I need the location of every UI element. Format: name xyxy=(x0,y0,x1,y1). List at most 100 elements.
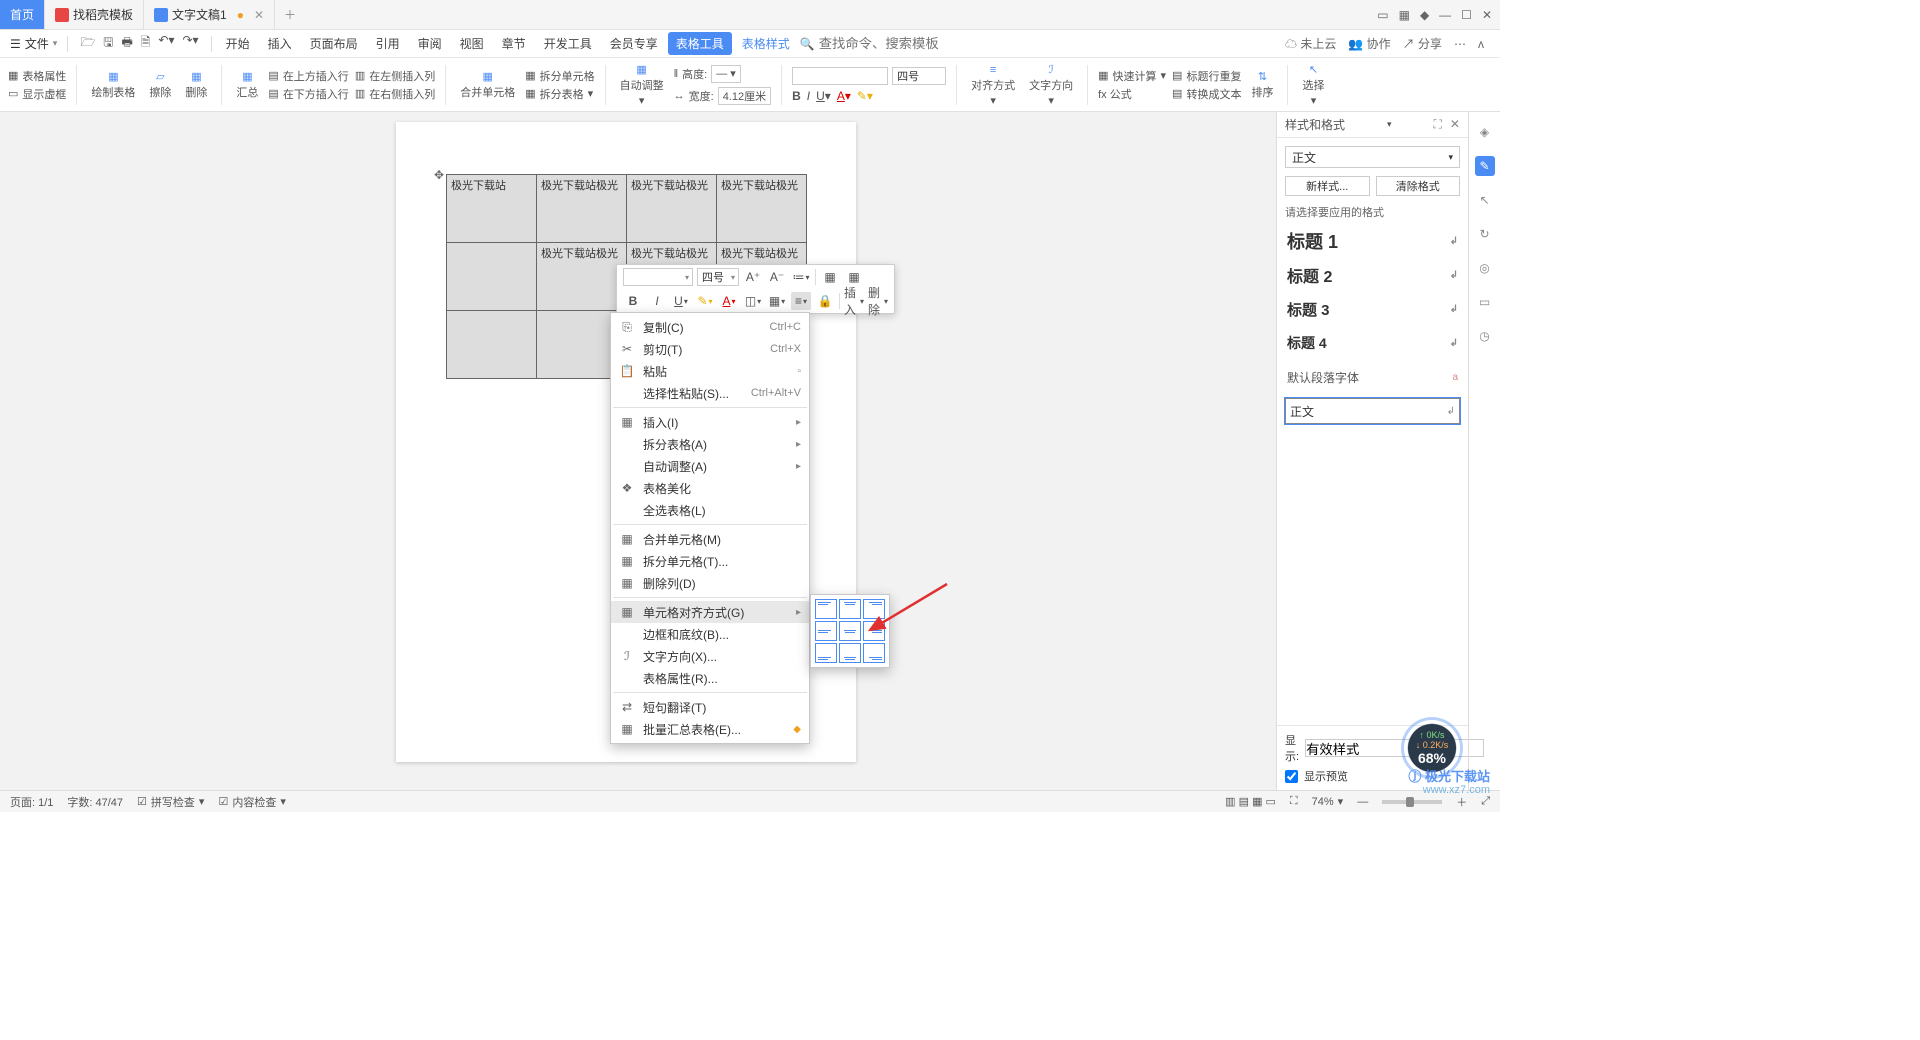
underline[interactable]: U▾ xyxy=(816,89,831,103)
rail-target-icon[interactable]: ◎ xyxy=(1475,258,1495,278)
split-cell[interactable]: ▦拆分单元格 xyxy=(525,68,594,84)
print-icon[interactable]: 🖶 xyxy=(121,33,132,54)
align-mid-right[interactable] xyxy=(863,621,885,641)
rail-clock-icon[interactable]: ◷ xyxy=(1475,326,1495,346)
rail-select-icon[interactable]: ↖ xyxy=(1475,190,1495,210)
formula[interactable]: fx 公式 xyxy=(1098,86,1166,102)
quick-calc[interactable]: ▦快速计算▾ xyxy=(1098,68,1166,84)
menu-table-styles[interactable]: 表格样式 xyxy=(734,35,798,52)
open-icon[interactable]: 🗁 xyxy=(80,33,95,54)
style-default-font[interactable]: 默认段落字体a xyxy=(1285,364,1460,390)
mini-shading[interactable]: ◫ xyxy=(743,292,763,310)
menu-ref[interactable]: 引用 xyxy=(368,35,408,52)
italic[interactable]: I xyxy=(807,89,810,103)
sum[interactable]: ▦汇总 xyxy=(232,68,262,100)
bold[interactable]: B xyxy=(792,89,801,103)
menu-member[interactable]: 会员专享 xyxy=(602,35,666,52)
search-block[interactable]: 🔍 xyxy=(800,36,939,51)
sort[interactable]: ⇅排序 xyxy=(1247,68,1277,100)
ctx-beautify[interactable]: ❖表格美化 xyxy=(611,477,809,499)
menu-dev[interactable]: 开发工具 xyxy=(536,35,600,52)
show-preview-check[interactable] xyxy=(1285,770,1298,783)
menu-view[interactable]: 视图 xyxy=(452,35,492,52)
ctx-del-col[interactable]: ▦删除列(D) xyxy=(611,572,809,594)
zoom-slider[interactable] xyxy=(1382,800,1442,804)
mini-bold[interactable]: B xyxy=(623,292,643,310)
zoom[interactable]: 74% ▾ xyxy=(1312,795,1344,808)
split-table[interactable]: ▦拆分表格▾ xyxy=(525,86,594,102)
minimize-icon[interactable]: — xyxy=(1439,8,1451,22)
rail-format-icon[interactable]: ✎ xyxy=(1475,156,1495,176)
ctx-insert[interactable]: ▦插入(I)▸ xyxy=(611,411,809,433)
grow-font-icon[interactable]: A⁺ xyxy=(743,268,763,286)
close-icon[interactable]: ✕ xyxy=(1482,8,1492,22)
style-h1[interactable]: 标题 1↲ xyxy=(1285,228,1460,254)
current-style[interactable]: 正文▾ xyxy=(1285,146,1460,168)
show-frame[interactable]: ▭显示虚框 xyxy=(8,86,66,102)
font-color[interactable]: A▾ xyxy=(837,89,851,103)
menu-section[interactable]: 章节 xyxy=(494,35,534,52)
menu-insert[interactable]: 插入 xyxy=(260,35,300,52)
zoom-out[interactable]: — xyxy=(1357,796,1368,808)
pane-close-icon[interactable]: ✕ xyxy=(1450,117,1460,132)
ctx-auto-fit[interactable]: 自动调整(A)▸ xyxy=(611,455,809,477)
style-h2[interactable]: 标题 2↲ xyxy=(1285,262,1460,288)
mini-highlight[interactable]: ✎ xyxy=(695,292,715,310)
tab-doc1[interactable]: 文字文稿1●✕ xyxy=(144,0,275,29)
undo-icon[interactable]: ↶▾ xyxy=(158,33,174,54)
ctx-border[interactable]: 边框和底纹(B)... xyxy=(611,623,809,645)
list-icon[interactable]: ≔ xyxy=(791,268,811,286)
collapse-ribbon-icon[interactable]: ʌ xyxy=(1478,37,1484,51)
delete[interactable]: ▦删除 xyxy=(181,68,211,100)
tab-home[interactable]: 首页 xyxy=(0,0,45,29)
mini-underline[interactable]: U xyxy=(671,292,691,310)
rail-book-icon[interactable]: ▭ xyxy=(1475,292,1495,312)
align-top-left[interactable] xyxy=(815,599,837,619)
preview-icon[interactable]: 🗎 xyxy=(141,33,151,54)
shrink-font-icon[interactable]: A⁻ xyxy=(767,268,787,286)
word-count[interactable]: 字数: 47/47 xyxy=(67,794,123,810)
ctx-table-prop[interactable]: 表格属性(R)... xyxy=(611,667,809,689)
menu-review[interactable]: 审阅 xyxy=(410,35,450,52)
font-size[interactable]: 四号 xyxy=(892,67,946,85)
mini-delete[interactable]: 删除 xyxy=(868,292,888,310)
menu-table-tools[interactable]: 表格工具 xyxy=(668,32,732,55)
mini-align[interactable]: ≡ xyxy=(791,292,811,310)
rail-refresh-icon[interactable]: ↻ xyxy=(1475,224,1495,244)
ctx-copy[interactable]: ⎘复制(C)Ctrl+C xyxy=(611,316,809,338)
tab-templates[interactable]: 找稻壳模板 xyxy=(45,0,144,29)
share-button[interactable]: ↗ 分享 xyxy=(1403,35,1442,52)
font-name[interactable] xyxy=(792,67,888,85)
reading-mode-icon[interactable]: ▭ xyxy=(1377,8,1388,22)
style-h4[interactable]: 标题 4↲ xyxy=(1285,330,1460,356)
select[interactable]: ↖选择▾ xyxy=(1298,61,1328,108)
redo-icon[interactable]: ↷▾ xyxy=(183,33,199,54)
mini-fontcolor[interactable]: A xyxy=(719,292,739,310)
align-top-right[interactable] xyxy=(863,599,885,619)
page-status[interactable]: 页面: 1/1 xyxy=(10,794,53,810)
align-top-center[interactable] xyxy=(839,599,861,619)
align-bot-right[interactable] xyxy=(863,643,885,663)
align-bot-center[interactable] xyxy=(839,643,861,663)
ctx-paste-special[interactable]: 选择性粘贴(S)...Ctrl+Alt+V xyxy=(611,382,809,404)
mini-border[interactable]: ▦ xyxy=(767,292,787,310)
search-input[interactable] xyxy=(819,36,939,51)
pane-pin-icon[interactable]: ⛶ xyxy=(1434,117,1442,132)
mini-lock-icon[interactable]: 🔒 xyxy=(815,292,835,310)
insert-left[interactable]: ▥在左侧插入列 xyxy=(355,68,435,84)
width-input[interactable]: 4.12厘米 xyxy=(718,87,771,105)
ctx-split-cell[interactable]: ▦拆分单元格(T)... xyxy=(611,550,809,572)
insert-above[interactable]: ▤在上方插入行 xyxy=(268,68,348,84)
mini-size[interactable]: 四号 xyxy=(697,268,739,286)
fit-icon[interactable]: ⛶ xyxy=(1290,795,1298,808)
align-mid-center[interactable] xyxy=(839,621,861,641)
ctx-cell-align[interactable]: ▦单元格对齐方式(G)▸ xyxy=(611,601,809,623)
mini-table-insert-icon[interactable]: ▦ xyxy=(820,268,840,286)
style-body[interactable]: 正文↲ xyxy=(1285,398,1460,424)
ctx-cut[interactable]: ✂剪切(T)Ctrl+X xyxy=(611,338,809,360)
convert[interactable]: ▤转换成文本 xyxy=(1172,86,1241,102)
table-prop[interactable]: ▦表格属性 xyxy=(8,68,66,84)
more-icon[interactable]: ⋯ xyxy=(1454,37,1466,51)
text-dir[interactable]: ℐ文字方向▾ xyxy=(1025,61,1077,108)
align-mid-left[interactable] xyxy=(815,621,837,641)
